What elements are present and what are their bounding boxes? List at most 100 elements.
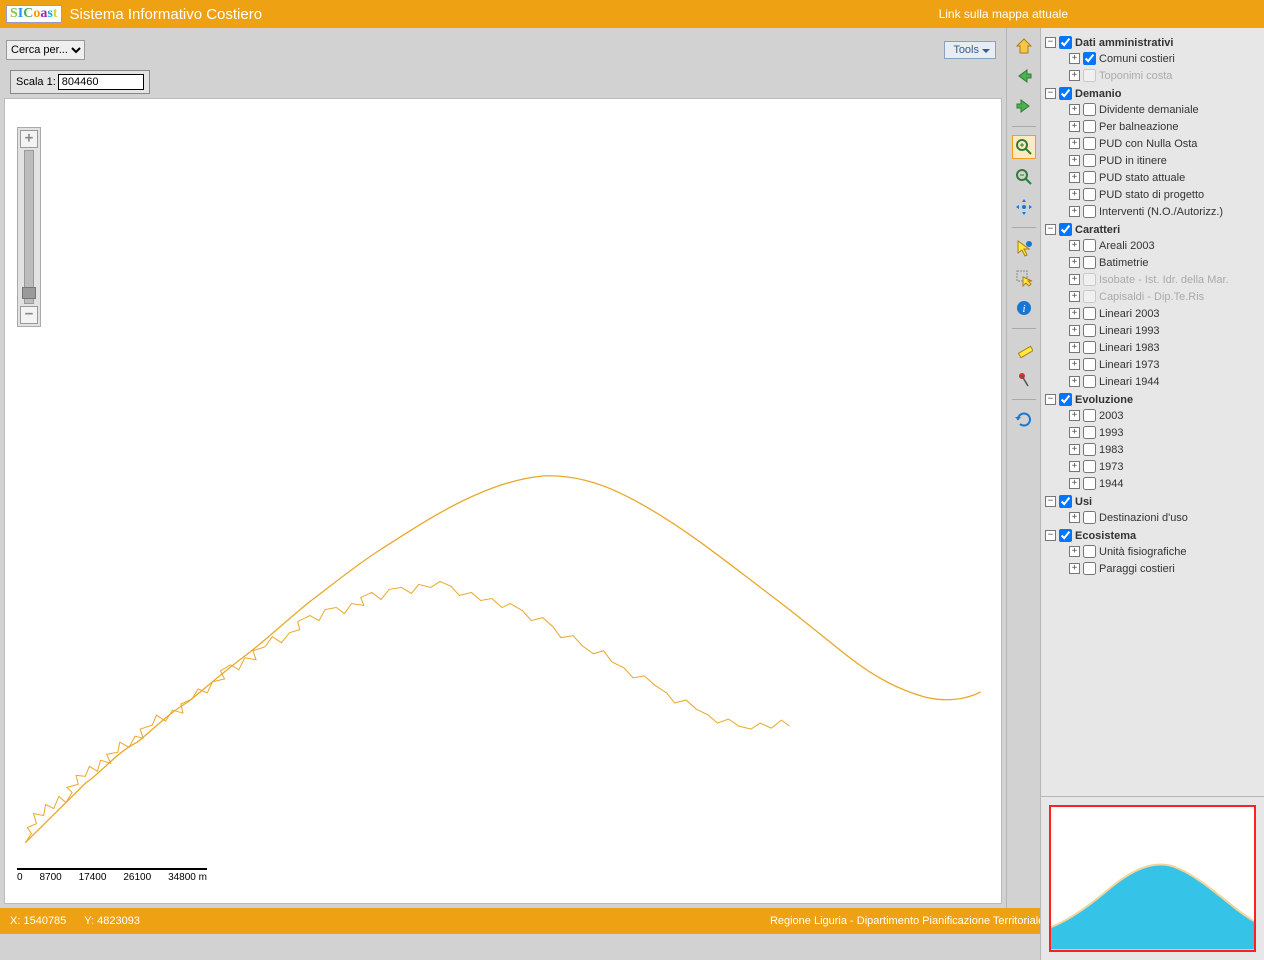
expand-icon[interactable]: + [1069, 172, 1080, 183]
collapse-icon[interactable]: − [1045, 224, 1056, 235]
layer-checkbox[interactable] [1083, 562, 1096, 575]
layer-checkbox[interactable] [1083, 341, 1096, 354]
layer-checkbox[interactable] [1083, 171, 1096, 184]
layer-item[interactable]: + 1944 [1069, 475, 1260, 492]
layer-checkbox[interactable] [1083, 545, 1096, 558]
layer-group-checkbox[interactable] [1059, 529, 1072, 542]
expand-icon[interactable]: + [1069, 240, 1080, 251]
layer-checkbox[interactable] [1083, 460, 1096, 473]
expand-icon[interactable]: + [1069, 444, 1080, 455]
expand-icon[interactable]: + [1069, 291, 1080, 302]
collapse-icon[interactable]: − [1045, 530, 1056, 541]
layer-item[interactable]: + 1973 [1069, 458, 1260, 475]
layer-group[interactable]: − Evoluzione [1045, 392, 1260, 407]
refresh-icon[interactable] [1012, 408, 1036, 432]
layer-group-checkbox[interactable] [1059, 393, 1072, 406]
layer-group[interactable]: − Ecosistema [1045, 528, 1260, 543]
zoom-slider[interactable]: + − [17, 127, 41, 327]
layer-item[interactable]: + Lineari 1983 [1069, 339, 1260, 356]
layer-group-checkbox[interactable] [1059, 223, 1072, 236]
layer-checkbox[interactable] [1083, 477, 1096, 490]
expand-icon[interactable]: + [1069, 274, 1080, 285]
zoom-out-button[interactable]: − [20, 306, 38, 324]
layer-checkbox[interactable] [1083, 443, 1096, 456]
layer-group[interactable]: − Dati amministrativi [1045, 35, 1260, 50]
expand-icon[interactable]: + [1069, 376, 1080, 387]
layer-checkbox[interactable] [1083, 358, 1096, 371]
zoom-handle[interactable] [22, 287, 36, 299]
select-box-icon[interactable] [1012, 266, 1036, 290]
layer-group-checkbox[interactable] [1059, 36, 1072, 49]
layer-checkbox[interactable] [1083, 256, 1096, 269]
expand-icon[interactable]: + [1069, 308, 1080, 319]
layer-item[interactable]: + Capisaldi - Dip.Te.Ris [1069, 288, 1260, 305]
layer-item[interactable]: + PUD con Nulla Osta [1069, 135, 1260, 152]
layer-item[interactable]: + Lineari 1944 [1069, 373, 1260, 390]
pan-icon[interactable] [1012, 195, 1036, 219]
expand-icon[interactable]: + [1069, 546, 1080, 557]
layer-item[interactable]: + Toponimi costa [1069, 67, 1260, 84]
tools-dropdown[interactable]: Tools [944, 41, 996, 59]
layer-checkbox[interactable] [1083, 154, 1096, 167]
layer-checkbox[interactable] [1083, 137, 1096, 150]
expand-icon[interactable]: + [1069, 206, 1080, 217]
layer-item[interactable]: + Interventi (N.O./Autorizz.) [1069, 203, 1260, 220]
pointer-info-icon[interactable] [1012, 236, 1036, 260]
layer-tree-panel[interactable]: − Dati amministrativi+ Comuni costieri+ … [1040, 28, 1264, 908]
home-icon[interactable] [1012, 34, 1036, 58]
layer-item[interactable]: + Isobate - Ist. Idr. della Mar. [1069, 271, 1260, 288]
collapse-icon[interactable]: − [1045, 37, 1056, 48]
layer-item[interactable]: + 1993 [1069, 424, 1260, 441]
collapse-icon[interactable]: − [1045, 394, 1056, 405]
layer-item[interactable]: + 2003 [1069, 407, 1260, 424]
layer-group[interactable]: − Caratteri [1045, 222, 1260, 237]
expand-icon[interactable]: + [1069, 342, 1080, 353]
layer-checkbox[interactable] [1083, 307, 1096, 320]
layer-item[interactable]: + PUD stato attuale [1069, 169, 1260, 186]
layer-checkbox[interactable] [1083, 273, 1096, 286]
layer-group[interactable]: − Usi [1045, 494, 1260, 509]
layer-checkbox[interactable] [1083, 324, 1096, 337]
expand-icon[interactable]: + [1069, 512, 1080, 523]
layer-checkbox[interactable] [1083, 239, 1096, 252]
layer-item[interactable]: + Lineari 1993 [1069, 322, 1260, 339]
layer-item[interactable]: + 1983 [1069, 441, 1260, 458]
layer-item[interactable]: + Paraggi costieri [1069, 560, 1260, 577]
layer-item[interactable]: + Dividente demaniale [1069, 101, 1260, 118]
layer-group-checkbox[interactable] [1059, 495, 1072, 508]
expand-icon[interactable]: + [1069, 427, 1080, 438]
layer-group-checkbox[interactable] [1059, 87, 1072, 100]
overview-extent[interactable] [1049, 805, 1256, 952]
layer-item[interactable]: + Comuni costieri [1069, 50, 1260, 67]
expand-icon[interactable]: + [1069, 257, 1080, 268]
expand-icon[interactable]: + [1069, 189, 1080, 200]
expand-icon[interactable]: + [1069, 563, 1080, 574]
layer-item[interactable]: + Destinazioni d'uso [1069, 509, 1260, 526]
arrow-left-icon[interactable] [1012, 64, 1036, 88]
layer-item[interactable]: + Unità fisiografiche [1069, 543, 1260, 560]
search-select[interactable]: Cerca per... [6, 40, 85, 60]
layer-item[interactable]: + Lineari 1973 [1069, 356, 1260, 373]
expand-icon[interactable]: + [1069, 359, 1080, 370]
pin-icon[interactable] [1012, 367, 1036, 391]
layer-checkbox[interactable] [1083, 188, 1096, 201]
expand-icon[interactable]: + [1069, 478, 1080, 489]
map-canvas[interactable]: + − 0 8700 17400 26100 34800 m [4, 98, 1002, 904]
zoom-in-button[interactable]: + [20, 130, 38, 148]
layer-checkbox[interactable] [1083, 290, 1096, 303]
layer-checkbox[interactable] [1083, 511, 1096, 524]
permalink-link[interactable]: Link sulla mappa attuale [939, 7, 1068, 21]
ruler-icon[interactable] [1012, 337, 1036, 361]
expand-icon[interactable]: + [1069, 325, 1080, 336]
layer-checkbox[interactable] [1083, 69, 1096, 82]
layer-checkbox[interactable] [1083, 375, 1096, 388]
expand-icon[interactable]: + [1069, 410, 1080, 421]
scale-input[interactable] [58, 74, 144, 90]
layer-checkbox[interactable] [1083, 103, 1096, 116]
layer-item[interactable]: + Areali 2003 [1069, 237, 1260, 254]
layer-checkbox[interactable] [1083, 426, 1096, 439]
expand-icon[interactable]: + [1069, 138, 1080, 149]
layer-item[interactable]: + PUD stato di progetto [1069, 186, 1260, 203]
layer-checkbox[interactable] [1083, 52, 1096, 65]
zoom-out-icon[interactable] [1012, 165, 1036, 189]
